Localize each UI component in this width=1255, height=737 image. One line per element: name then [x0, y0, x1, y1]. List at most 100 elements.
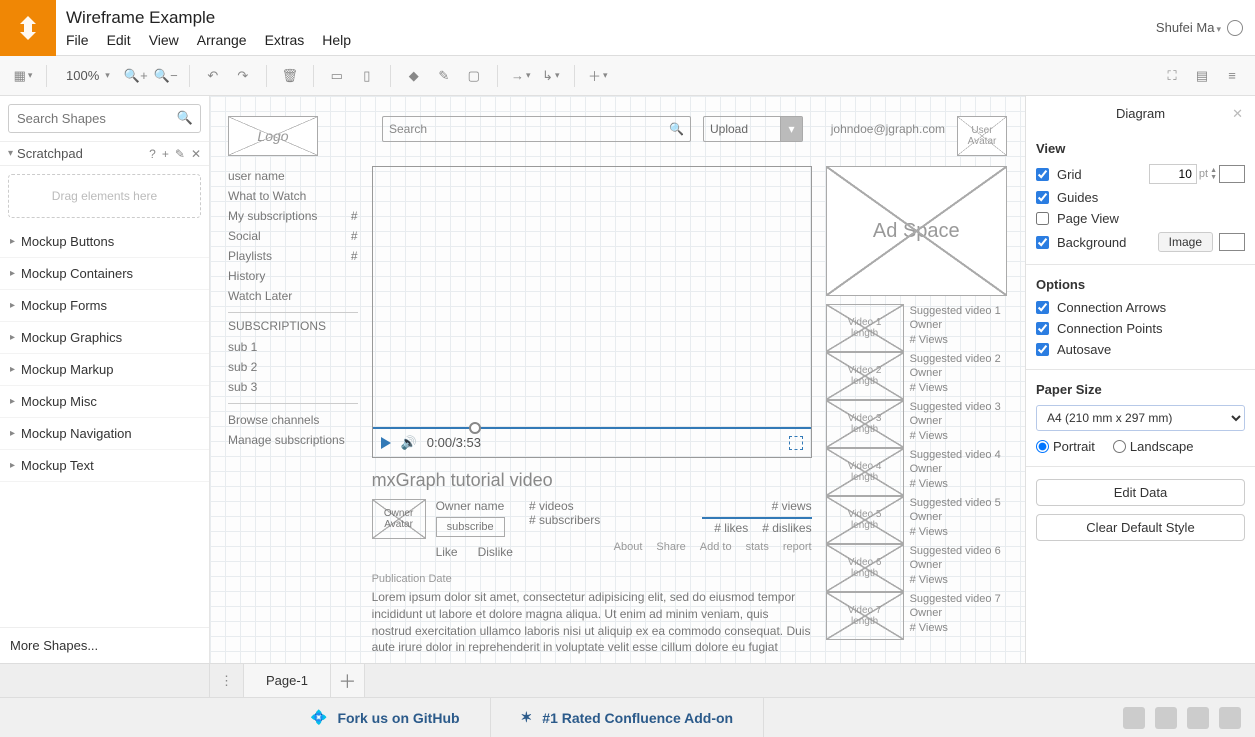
document-title[interactable]: Wireframe Example: [66, 8, 1156, 28]
scratchpad-help-icon[interactable]: ?: [149, 147, 156, 161]
wf-search[interactable]: Search 🔍: [382, 116, 691, 142]
grid-step-up[interactable]: ▲: [1210, 167, 1217, 174]
language-icon[interactable]: [1227, 20, 1243, 36]
wf-owner-avatar[interactable]: Owner Avatar: [372, 499, 426, 539]
menu-help[interactable]: Help: [322, 32, 351, 48]
format-panel-icon[interactable]: ▤: [1189, 63, 1215, 89]
landscape-radio[interactable]: [1113, 440, 1126, 453]
more-shapes-button[interactable]: More Shapes...: [0, 627, 209, 663]
undo-icon[interactable]: ↶: [200, 63, 226, 89]
portrait-radio[interactable]: [1036, 440, 1049, 453]
menu-arrange[interactable]: Arrange: [197, 32, 247, 48]
wf-action-stats[interactable]: stats: [746, 541, 769, 553]
wf-action-about[interactable]: About: [614, 541, 643, 553]
wf-sidebar-link[interactable]: Browse channels: [228, 410, 358, 430]
wf-suggested-row[interactable]: Video 7 lengthSuggested video 7Owner# Vi…: [826, 592, 1007, 640]
wf-action-report[interactable]: report: [783, 541, 812, 553]
wf-action-addto[interactable]: Add to: [700, 541, 732, 553]
scratchpad-close-icon[interactable]: ✕: [191, 147, 201, 161]
wf-suggested-row[interactable]: Video 3 lengthSuggested video 3Owner# Vi…: [826, 400, 1007, 448]
connection-icon[interactable]: →: [508, 63, 534, 89]
wf-logo[interactable]: Logo: [228, 116, 318, 156]
to-back-icon[interactable]: ▯: [354, 63, 380, 89]
pageview-checkbox[interactable]: [1036, 212, 1049, 225]
grid-color-swatch[interactable]: [1219, 165, 1245, 183]
edit-data-button[interactable]: Edit Data: [1036, 479, 1245, 506]
view-mode-button[interactable]: ▦: [10, 63, 36, 89]
volume-icon[interactable]: 🔊: [401, 435, 417, 451]
fullscreen-icon[interactable]: ⛶: [1159, 63, 1185, 89]
shape-category[interactable]: Mockup Navigation: [0, 418, 209, 450]
user-name[interactable]: Shufei Ma: [1156, 20, 1221, 35]
play-icon[interactable]: [381, 437, 391, 449]
shadow-icon[interactable]: ▢: [461, 63, 487, 89]
to-front-icon[interactable]: ▭: [324, 63, 350, 89]
delete-icon[interactable]: 🗑: [277, 63, 303, 89]
background-checkbox[interactable]: [1036, 236, 1049, 249]
shape-category[interactable]: Mockup Containers: [0, 258, 209, 290]
confluence-link[interactable]: ✶ #1 Rated Confluence Add-on: [491, 698, 765, 737]
shape-category[interactable]: Mockup Buttons: [0, 226, 209, 258]
scratchpad-add-icon[interactable]: +: [162, 147, 169, 161]
wf-suggested-row[interactable]: Video 2 lengthSuggested video 2Owner# Vi…: [826, 352, 1007, 400]
twitter-icon[interactable]: [1187, 707, 1209, 729]
shape-category[interactable]: Mockup Markup: [0, 354, 209, 386]
add-page-button[interactable]: ＋: [331, 664, 365, 697]
zoom-dropdown[interactable]: 100%: [57, 64, 119, 87]
wf-suggested-row[interactable]: Video 6 lengthSuggested video 6Owner# Vi…: [826, 544, 1007, 592]
wf-sidebar-item[interactable]: My subscriptions#: [228, 206, 358, 226]
clear-default-style-button[interactable]: Clear Default Style: [1036, 514, 1245, 541]
menu-extras[interactable]: Extras: [265, 32, 305, 48]
wf-upload[interactable]: Upload ▾: [703, 116, 803, 142]
scratchpad-dropzone[interactable]: Drag elements here: [8, 174, 201, 218]
zoom-in-icon[interactable]: 🔍+: [123, 63, 149, 89]
wf-user-avatar[interactable]: User Avatar: [957, 116, 1007, 156]
facebook-icon[interactable]: [1155, 707, 1177, 729]
wf-sidebar-item[interactable]: Social#: [228, 226, 358, 246]
menu-view[interactable]: View: [149, 32, 179, 48]
menu-edit[interactable]: Edit: [107, 32, 131, 48]
close-icon[interactable]: ✕: [1232, 106, 1243, 122]
conn-points-checkbox[interactable]: [1036, 322, 1049, 335]
paper-size-select[interactable]: A4 (210 mm x 297 mm): [1036, 405, 1245, 431]
collapse-icon[interactable]: ≡: [1219, 63, 1245, 89]
wf-suggested-row[interactable]: Video 1 lengthSuggested video 1Owner# Vi…: [826, 304, 1007, 352]
menu-file[interactable]: File: [66, 32, 89, 48]
guides-checkbox[interactable]: [1036, 191, 1049, 204]
zoom-out-icon[interactable]: 🔍−: [153, 63, 179, 89]
line-color-icon[interactable]: ✎: [431, 63, 457, 89]
shape-category[interactable]: Mockup Text: [0, 450, 209, 482]
grid-step-down[interactable]: ▼: [1210, 174, 1217, 181]
wf-sidebar-item[interactable]: user name: [228, 166, 358, 186]
grid-checkbox[interactable]: [1036, 168, 1049, 181]
background-image-button[interactable]: Image: [1158, 232, 1213, 252]
shape-category[interactable]: Mockup Graphics: [0, 322, 209, 354]
wf-sidebar-item[interactable]: History: [228, 266, 358, 286]
wf-suggested-row[interactable]: Video 4 lengthSuggested video 4Owner# Vi…: [826, 448, 1007, 496]
wf-sub-item[interactable]: sub 3: [228, 377, 358, 397]
wf-ad-space[interactable]: Ad Space: [826, 166, 1007, 296]
canvas[interactable]: Logo Search 🔍 Upload ▾ johndoe@jgraph.co…: [210, 96, 1025, 663]
fork-github-link[interactable]: 💠 Fork us on GitHub: [280, 698, 491, 737]
wf-like[interactable]: Like: [436, 545, 458, 559]
wf-sidebar-item[interactable]: Watch Later: [228, 286, 358, 306]
insert-icon[interactable]: ＋: [585, 63, 611, 89]
conn-arrows-checkbox[interactable]: [1036, 301, 1049, 314]
github-footer-icon[interactable]: [1219, 707, 1241, 729]
wf-sidebar-item[interactable]: What to Watch: [228, 186, 358, 206]
wf-sidebar-link[interactable]: Manage subscriptions: [228, 430, 358, 450]
googleplus-icon[interactable]: [1123, 707, 1145, 729]
wf-sub-item[interactable]: sub 2: [228, 357, 358, 377]
wf-video-player[interactable]: 🔊 0:00/3:53: [372, 166, 812, 458]
app-logo[interactable]: [0, 0, 56, 56]
wf-suggested-row[interactable]: Video 5 lengthSuggested video 5Owner# Vi…: [826, 496, 1007, 544]
wf-sub-item[interactable]: sub 1: [228, 337, 358, 357]
grid-size-input[interactable]: [1149, 164, 1197, 184]
background-color-swatch[interactable]: [1219, 233, 1245, 251]
autosave-checkbox[interactable]: [1036, 343, 1049, 356]
search-icon[interactable]: 🔍: [177, 110, 193, 126]
wf-subscribe-button[interactable]: subscribe: [436, 517, 505, 537]
shape-category[interactable]: Mockup Forms: [0, 290, 209, 322]
shape-category[interactable]: Mockup Misc: [0, 386, 209, 418]
page-tab-1[interactable]: Page-1: [244, 664, 331, 697]
